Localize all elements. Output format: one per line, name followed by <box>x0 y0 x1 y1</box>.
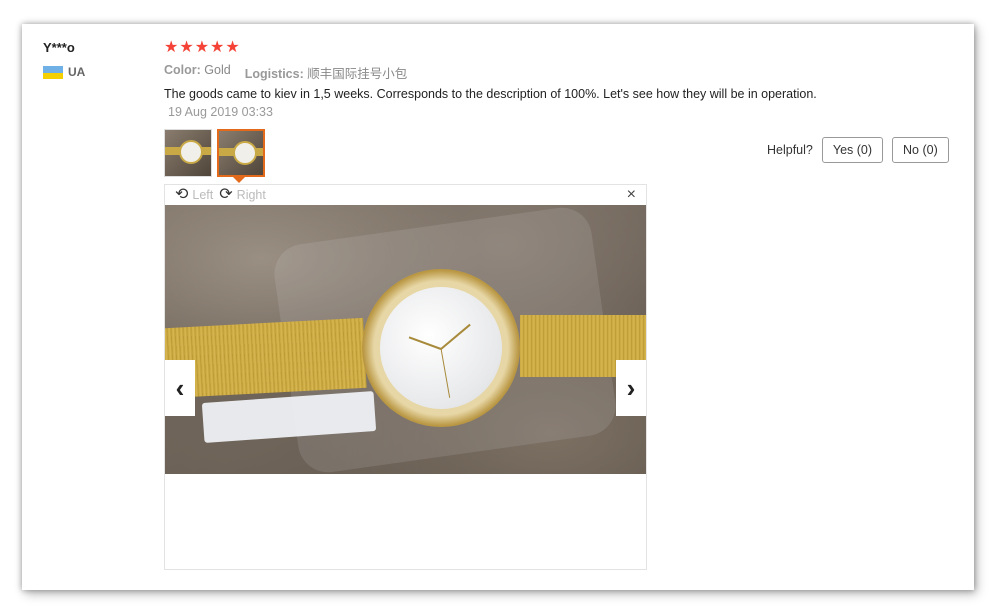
product-attributes: Color: Gold Logistics: 顺丰国际挂号小包 <box>164 63 407 82</box>
color-attribute: Color: Gold <box>164 63 231 82</box>
logistics-label: Logistics: <box>244 67 304 81</box>
star-icon: ★ <box>179 39 194 56</box>
star-rating: ★ ★ ★ ★ ★ <box>164 39 240 57</box>
image-viewer: ⟲ Left ⟳ Right × ‹ › <box>164 184 647 570</box>
rotate-left-button[interactable]: ⟲ Left <box>175 187 213 203</box>
review-text: The goods came to kiev in 1,5 weeks. Cor… <box>164 87 817 101</box>
ukraine-flag-icon <box>43 65 63 79</box>
star-icon: ★ <box>210 39 225 56</box>
thumbnail-1[interactable] <box>164 129 212 177</box>
star-icon: ★ <box>194 39 210 56</box>
color-value: Gold <box>204 63 231 77</box>
color-label: Color: <box>164 63 201 77</box>
reviewer-name: Y***o <box>43 40 75 55</box>
rotate-right-button[interactable]: ⟳ Right <box>219 187 266 203</box>
helpful-no-button[interactable]: No (0) <box>892 137 949 163</box>
thumbnail-2-active[interactable] <box>217 129 265 177</box>
viewer-toolbar: ⟲ Left ⟳ Right <box>175 185 266 205</box>
review-thumbnails <box>164 129 265 177</box>
star-icon: ★ <box>164 39 179 56</box>
rotate-left-label: Left <box>192 188 214 202</box>
review-date: 19 Aug 2019 03:33 <box>168 105 273 119</box>
review-item: Y***o UA ★ ★ ★ ★ ★ Color: Gold Logistics… <box>0 0 1000 608</box>
star-icon: ★ <box>225 39 240 56</box>
rotate-right-icon: ⟳ <box>219 186 233 203</box>
rotate-left-icon: ⟲ <box>175 186 189 203</box>
logistics-value: 顺丰国际挂号小包 <box>307 67 408 81</box>
chevron-right-icon: › <box>626 372 636 403</box>
reviewer-country: UA <box>43 65 85 79</box>
review-photo: ‹ › <box>165 205 646 474</box>
chevron-left-icon: ‹ <box>175 372 185 403</box>
previous-image-button[interactable]: ‹ <box>165 360 195 416</box>
logistics-attribute: Logistics: 顺丰国际挂号小包 <box>245 63 408 82</box>
country-code: UA <box>68 65 86 79</box>
active-thumbnail-caret-icon <box>233 177 245 183</box>
next-image-button[interactable]: › <box>616 360 646 416</box>
close-icon[interactable]: × <box>627 186 636 204</box>
helpful-yes-button[interactable]: Yes (0) <box>821 137 884 163</box>
helpful-section: Helpful? Yes (0) No (0) <box>767 137 949 163</box>
rotate-right-label: Right <box>236 188 266 202</box>
helpful-label: Helpful? <box>767 143 813 157</box>
